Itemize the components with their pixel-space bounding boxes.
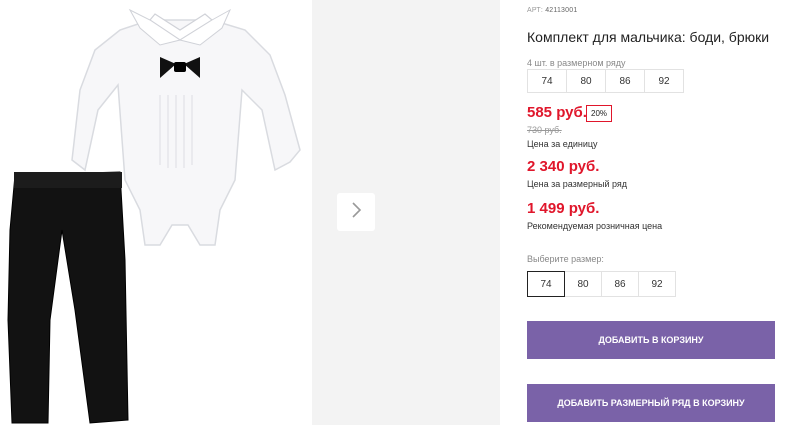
pack-price-caption: Цена за размерный ряд bbox=[527, 179, 628, 189]
pack-size-item: 74 bbox=[527, 69, 567, 93]
size-option[interactable]: 74 bbox=[527, 271, 565, 297]
pack-size-item: 86 bbox=[605, 69, 645, 93]
gallery-next-button[interactable] bbox=[337, 193, 375, 231]
pack-size-item: 92 bbox=[644, 69, 684, 93]
retail-price-caption: Рекомендуемая розничная цена bbox=[527, 221, 663, 231]
size-option[interactable]: 86 bbox=[601, 271, 639, 297]
product-gallery bbox=[0, 0, 500, 425]
add-to-cart-button[interactable]: ДОБАВИТЬ В КОРЗИНУ bbox=[527, 321, 775, 359]
pack-sizes: 74 80 86 92 bbox=[527, 69, 684, 93]
product-title: Комплект для мальчика: боди, брюки bbox=[527, 29, 770, 45]
pack-price: 2 340 руб. bbox=[527, 158, 600, 175]
sku: АРТ: 42113001 bbox=[527, 7, 577, 14]
unit-price: 585 руб. bbox=[527, 104, 587, 121]
add-pack-to-cart-button[interactable]: ДОБАВИТЬ РАЗМЕРНЫЙ РЯД В КОРЗИНУ bbox=[527, 384, 775, 422]
size-selector: 74 80 86 92 bbox=[527, 271, 676, 297]
unit-price-caption: Цена за единицу bbox=[527, 139, 598, 149]
chevron-right-icon bbox=[349, 201, 363, 224]
size-option[interactable]: 92 bbox=[638, 271, 676, 297]
product-photo[interactable] bbox=[0, 0, 312, 425]
size-option[interactable]: 80 bbox=[564, 271, 602, 297]
sku-value: 42113001 bbox=[545, 7, 578, 14]
size-select-label: Выберите размер: bbox=[527, 254, 604, 264]
retail-price: 1 499 руб. bbox=[527, 200, 600, 217]
product-photo-image bbox=[7, 8, 301, 424]
sku-label: АРТ: bbox=[527, 7, 544, 14]
discount-badge: 20% bbox=[586, 105, 613, 122]
pack-size-item: 80 bbox=[566, 69, 606, 93]
pack-label: 4 шт. в размерном ряду bbox=[527, 58, 626, 68]
old-price: 730 руб. bbox=[527, 125, 562, 135]
